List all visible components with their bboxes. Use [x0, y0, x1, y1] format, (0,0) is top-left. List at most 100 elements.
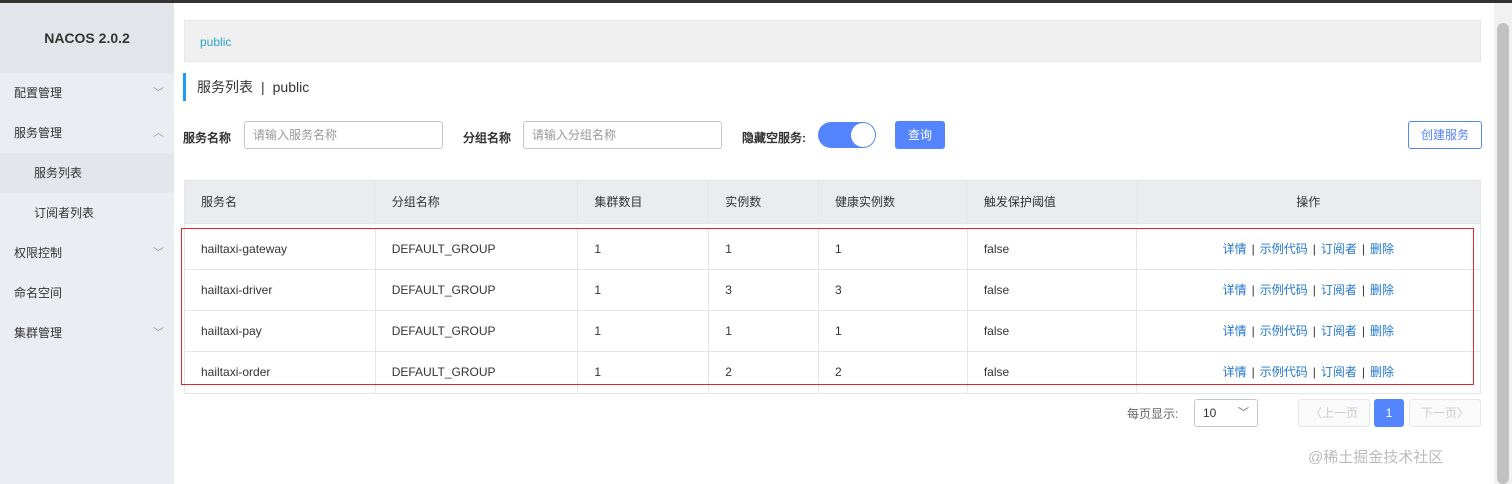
next-page-label: 下一页: [1420, 406, 1457, 420]
chevron-down-icon: ﹀: [153, 247, 164, 259]
sample-code-link[interactable]: 示例代码: [1260, 242, 1308, 256]
sidebar-item-label: 服务列表: [34, 166, 83, 180]
namespace-breadcrumb[interactable]: public: [184, 20, 1481, 62]
group-name-cell: DEFAULT_GROUP: [376, 352, 579, 393]
hide-empty-label: 隐藏空服务:: [742, 131, 806, 145]
delete-link[interactable]: 删除: [1370, 242, 1394, 256]
sidebar-item-label: 配置管理: [14, 86, 63, 100]
header-threshold: 触发保护阈值: [968, 181, 1137, 223]
create-service-button[interactable]: 创建服务: [1408, 121, 1482, 149]
instance-count-cell: 2: [709, 352, 820, 393]
sidebar-item-config[interactable]: 配置管理 ﹀: [0, 73, 174, 113]
detail-link[interactable]: 详情: [1223, 242, 1247, 256]
sample-code-link[interactable]: 示例代码: [1260, 324, 1308, 338]
header-actions: 操作: [1296, 195, 1321, 209]
namespace-link[interactable]: public: [200, 35, 231, 49]
scrollbar-thumb[interactable]: [1497, 23, 1509, 484]
page-size-select[interactable]: 10 ﹀: [1194, 399, 1258, 427]
service-name-cell: hailtaxi-gateway: [185, 229, 376, 269]
service-table: 服务名 分组名称 集群数目 实例数 健康实例数 触发保护阈值 操作 hailta…: [184, 180, 1481, 394]
sidebar-item-service-list[interactable]: 服务列表: [0, 153, 174, 193]
watermark: @稀土掘金技术社区: [1308, 449, 1444, 466]
threshold-cell: false: [968, 352, 1137, 393]
header-healthy-count: 健康实例数: [819, 181, 968, 223]
header-instance-count: 实例数: [709, 181, 820, 223]
subscriber-link[interactable]: 订阅者: [1321, 324, 1357, 338]
sidebar-item-label: 权限控制: [14, 246, 63, 260]
actions-cell: 详情 | 示例代码 | 订阅者 | 删除: [1137, 352, 1480, 393]
detail-link[interactable]: 详情: [1223, 324, 1247, 338]
cluster-count-cell: 1: [578, 229, 710, 269]
service-name-label: 服务名称: [183, 131, 232, 145]
sample-code-link[interactable]: 示例代码: [1260, 365, 1308, 379]
action-separator: |: [1251, 283, 1255, 297]
actions-cell: 详情 | 示例代码 | 订阅者 | 删除: [1137, 229, 1480, 269]
subscriber-link[interactable]: 订阅者: [1321, 283, 1357, 297]
action-separator: |: [1251, 365, 1255, 379]
vertical-scrollbar[interactable]: [1494, 3, 1512, 484]
sidebar: NACOS 2.0.2 配置管理 ﹀ 服务管理 ︿ 服务列表 订阅者列表 权限控…: [0, 3, 174, 484]
chevron-right-icon: 〉: [1457, 406, 1470, 420]
action-separator: |: [1361, 365, 1365, 379]
sidebar-item-cluster[interactable]: 集群管理 ﹀: [0, 313, 174, 353]
cluster-count-cell: 1: [578, 352, 710, 393]
detail-link[interactable]: 详情: [1223, 365, 1247, 379]
action-separator: |: [1312, 365, 1316, 379]
sidebar-item-subscriber-list[interactable]: 订阅者列表: [0, 193, 174, 233]
subscriber-link[interactable]: 订阅者: [1321, 365, 1357, 379]
table-row: hailtaxi-order DEFAULT_GROUP 1 2 2 false…: [185, 352, 1480, 393]
action-separator: |: [1361, 242, 1365, 256]
page-title-namespace: public: [272, 79, 310, 95]
table-row: hailtaxi-pay DEFAULT_GROUP 1 1 1 false 详…: [185, 311, 1480, 352]
chevron-down-icon: ﹀: [153, 87, 164, 99]
sidebar-item-label: 订阅者列表: [34, 206, 95, 220]
chevron-up-icon: ︿: [153, 127, 164, 139]
page-title: 服务列表 | public: [183, 73, 309, 101]
group-name-cell: DEFAULT_GROUP: [376, 270, 579, 310]
cluster-count-cell: 1: [578, 311, 710, 351]
subscriber-link[interactable]: 订阅者: [1321, 242, 1357, 256]
healthy-count-cell: 2: [819, 352, 968, 393]
action-separator: |: [1312, 324, 1316, 338]
table-row: hailtaxi-driver DEFAULT_GROUP 1 3 3 fals…: [185, 270, 1480, 311]
brand-logo: NACOS 2.0.2: [0, 3, 174, 73]
delete-link[interactable]: 删除: [1370, 283, 1394, 297]
sidebar-item-label: 服务管理: [14, 126, 63, 140]
prev-page-label: 上一页: [1322, 406, 1359, 420]
healthy-count-cell: 1: [819, 311, 968, 351]
action-separator: |: [1312, 242, 1316, 256]
service-name-cell: hailtaxi-order: [185, 352, 376, 393]
action-separator: |: [1251, 242, 1255, 256]
actions-cell: 详情 | 示例代码 | 订阅者 | 删除: [1137, 311, 1480, 351]
threshold-cell: false: [968, 270, 1137, 310]
chevron-down-icon: ﹀: [153, 327, 164, 339]
next-page-button[interactable]: 下一页〉: [1409, 399, 1481, 427]
group-name-input[interactable]: 请输入分组名称: [523, 121, 722, 149]
service-name-cell: hailtaxi-pay: [185, 311, 376, 351]
healthy-count-cell: 3: [819, 270, 968, 310]
action-separator: |: [1361, 324, 1365, 338]
sidebar-item-service[interactable]: 服务管理 ︿: [0, 113, 174, 153]
action-separator: |: [1361, 283, 1365, 297]
sidebar-item-label: 集群管理: [14, 326, 63, 340]
instance-count-cell: 1: [709, 229, 820, 269]
delete-link[interactable]: 删除: [1370, 324, 1394, 338]
healthy-count-cell: 1: [819, 229, 968, 269]
sample-code-link[interactable]: 示例代码: [1260, 283, 1308, 297]
header-group-name: 分组名称: [376, 181, 579, 223]
cluster-count-cell: 1: [578, 270, 710, 310]
hide-empty-toggle[interactable]: [818, 122, 876, 148]
action-separator: |: [1251, 324, 1255, 338]
prev-page-button[interactable]: 〈上一页: [1298, 399, 1370, 427]
delete-link[interactable]: 删除: [1370, 365, 1394, 379]
group-name-cell: DEFAULT_GROUP: [376, 229, 579, 269]
sidebar-item-namespace[interactable]: 命名空间: [0, 273, 174, 313]
actions-cell: 详情 | 示例代码 | 订阅者 | 删除: [1137, 270, 1480, 310]
detail-link[interactable]: 详情: [1223, 283, 1247, 297]
page-number-current[interactable]: 1: [1374, 399, 1404, 427]
query-button[interactable]: 查询: [895, 121, 945, 149]
service-name-input[interactable]: 请输入服务名称: [244, 121, 443, 149]
sidebar-item-label: 命名空间: [14, 286, 63, 300]
toggle-knob: [851, 123, 875, 147]
sidebar-item-auth[interactable]: 权限控制 ﹀: [0, 233, 174, 273]
